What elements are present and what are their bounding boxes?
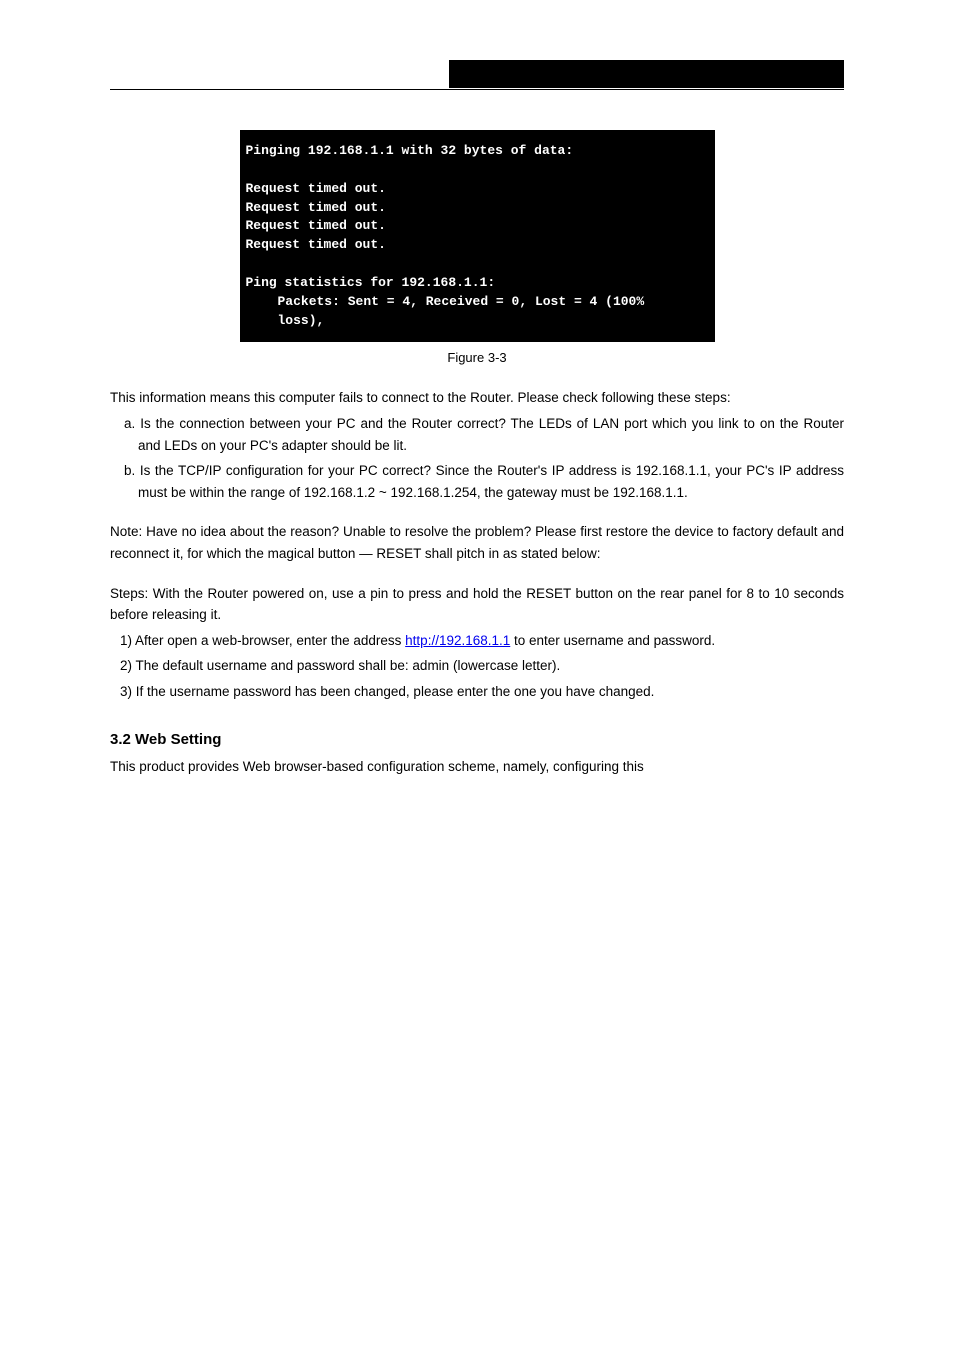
terminal-output: Pinging 192.168.1.1 with 32 bytes of dat… — [240, 130, 715, 342]
figure-caption: Figure 3-3 — [110, 350, 844, 365]
step-1-text-b: to enter username and password. — [510, 633, 715, 648]
section-intro-text: This product provides Web browser-based … — [110, 756, 844, 778]
router-url-link[interactable]: http://192.168.1.1 — [405, 633, 510, 648]
terminal-line: Packets: Sent = 4, Received = 0, Lost = … — [246, 293, 699, 331]
terminal-line: Request timed out. — [246, 199, 699, 218]
section-heading: 3.2 Web Setting — [110, 731, 844, 748]
step-3: 3) If the username password has been cha… — [138, 681, 844, 703]
step-2: 2) The default username and password sha… — [138, 655, 844, 677]
steps-head: Steps: With the Router powered on, use a… — [110, 583, 844, 626]
bullet-a: a. Is the connection between your PC and… — [138, 413, 844, 456]
bullet-b: b. Is the TCP/IP configuration for your … — [138, 460, 844, 503]
step-1: 1) After open a web-browser, enter the a… — [138, 630, 844, 652]
terminal-figure: Pinging 192.168.1.1 with 32 bytes of dat… — [110, 130, 844, 365]
terminal-line: Pinging 192.168.1.1 with 32 bytes of dat… — [246, 142, 699, 161]
note-paragraph: Note: Have no idea about the reason? Una… — [110, 521, 844, 564]
terminal-line: Request timed out. — [246, 217, 699, 236]
terminal-blank — [246, 255, 699, 274]
terminal-line: Request timed out. — [246, 236, 699, 255]
step-1-text-a: 1) After open a web-browser, enter the a… — [120, 633, 405, 648]
paragraph-intro: This information means this computer fai… — [110, 387, 844, 409]
terminal-line: Ping statistics for 192.168.1.1: — [246, 274, 699, 293]
header-bar — [110, 60, 844, 90]
terminal-blank — [246, 161, 699, 180]
header-black-box — [449, 60, 844, 88]
terminal-line: Request timed out. — [246, 180, 699, 199]
